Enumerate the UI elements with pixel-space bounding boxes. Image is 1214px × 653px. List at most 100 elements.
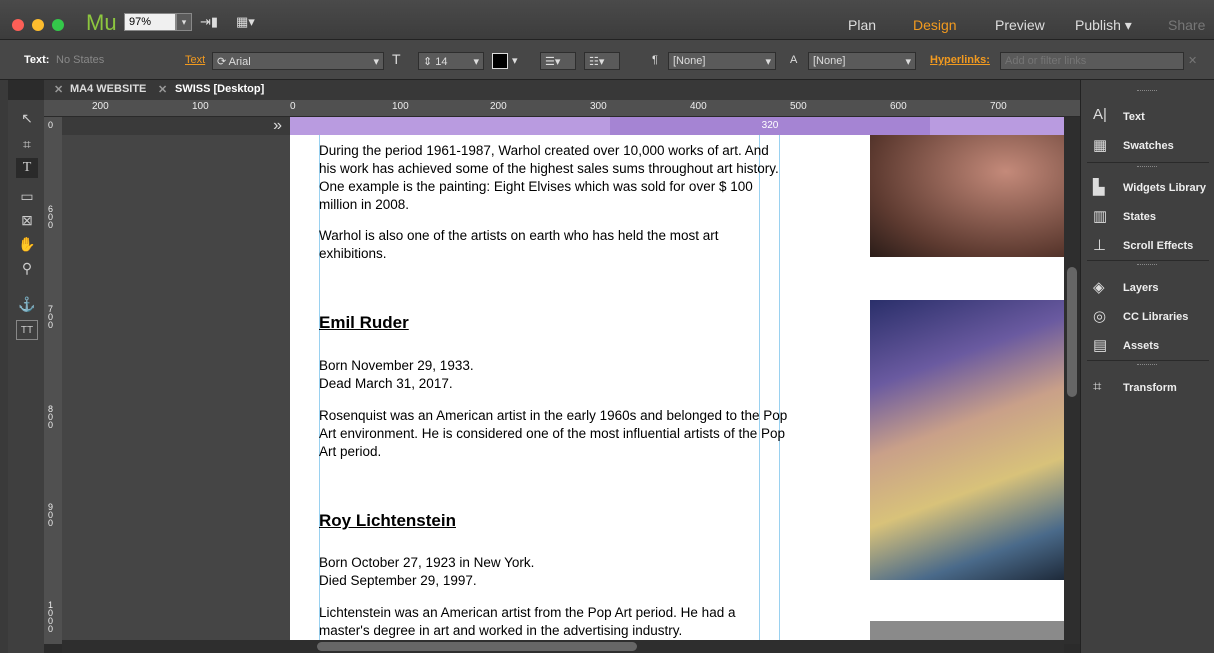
vertical-scrollbar[interactable]	[1064, 117, 1080, 644]
panel-grip[interactable]	[1137, 166, 1157, 169]
close-window-button[interactable]	[12, 19, 24, 31]
swatches-icon[interactable]: ▦	[1093, 136, 1107, 154]
numbered-list-button[interactable]: ☷▾	[584, 52, 620, 70]
font-size-select[interactable]: ⇕ 14 ▾	[418, 52, 484, 70]
selection-tool-icon[interactable]: ↖	[16, 108, 38, 128]
scroll-thumb[interactable]	[1067, 267, 1077, 397]
zoom-input[interactable]: 97%	[124, 13, 176, 31]
ruler-label: 1000	[48, 600, 54, 634]
horizontal-ruler: 200 100 0 100 200 300 400 500 600 700	[44, 100, 1080, 117]
character-style-select[interactable]: [None] ▾	[808, 52, 916, 70]
emil-ruder-heading[interactable]: Emil Ruder	[319, 313, 409, 333]
font-family-select[interactable]: ⟳ Arial ▾	[212, 52, 384, 70]
control-toolbar: Text: No States Text ⟳ Arial ▾ T ⇕ 14 ▾ …	[0, 40, 1214, 80]
panel-transform[interactable]: Transform	[1123, 382, 1177, 394]
maximize-window-button[interactable]	[52, 19, 64, 31]
ruler-label: 200	[92, 101, 109, 112]
collapse-strip[interactable]	[0, 80, 8, 653]
text-panel-icon[interactable]: A|	[1093, 106, 1107, 123]
ruler-label: 400	[690, 101, 707, 112]
panel-grip[interactable]	[1137, 264, 1157, 267]
paragraph-style-select[interactable]: [None] ▾	[668, 52, 776, 70]
warhol-exhibitions-paragraph[interactable]: Warhol is also one of the artists on ear…	[319, 227, 749, 263]
zoom-dropdown-icon[interactable]: ▾	[176, 13, 192, 31]
nav-design[interactable]: Design	[913, 17, 957, 33]
rectangle-tool-icon[interactable]: ▭	[16, 186, 38, 206]
panel-divider	[1087, 360, 1209, 361]
ruler-label: 300	[590, 101, 607, 112]
panel-cc-libraries[interactable]: CC Libraries	[1123, 311, 1188, 323]
panel-divider	[1087, 162, 1209, 163]
character-style-icon: A	[790, 54, 798, 66]
nav-share[interactable]: Share	[1168, 17, 1205, 33]
panel-grip[interactable]	[1137, 364, 1157, 367]
roy-lichtenstein-heading[interactable]: Roy Lichtenstein	[319, 511, 456, 531]
nav-plan[interactable]: Plan	[848, 17, 876, 33]
crop-tool-icon[interactable]: ⌗	[16, 134, 38, 154]
ruler-label: 100	[392, 101, 409, 112]
widgets-library-icon[interactable]: ▙	[1093, 178, 1105, 196]
chevron-down-icon: ▾	[905, 56, 911, 68]
new-page-icon[interactable]: ⇥▮	[200, 14, 218, 30]
panel-grip[interactable]	[1137, 90, 1157, 93]
ruder-photo[interactable]	[870, 300, 1064, 580]
warhol-paragraph[interactable]: During the period 1961-1987, Warhol crea…	[319, 142, 789, 214]
breakpoint-marker[interactable]: 320	[610, 117, 930, 135]
lichtenstein-died[interactable]: Died September 29, 1997.	[319, 572, 477, 590]
hand-tool-icon[interactable]: ✋	[16, 234, 38, 254]
text-tool-icon[interactable]: T	[16, 158, 38, 178]
ruler-label: 0	[48, 120, 54, 130]
lichtenstein-paragraph[interactable]: Lichtenstein was an American artist from…	[319, 604, 789, 640]
ruler-label: 700	[990, 101, 1007, 112]
panel-scroll-effects[interactable]: Scroll Effects	[1123, 240, 1193, 252]
warhol-photo[interactable]	[870, 135, 1064, 257]
font-icon: ⟳	[217, 56, 229, 68]
scroll-thumb[interactable]	[317, 642, 637, 651]
transform-icon[interactable]: ⌗	[1093, 378, 1101, 395]
emil-ruder-born[interactable]: Born November 29, 1933.	[319, 357, 474, 375]
panel-layers[interactable]: Layers	[1123, 282, 1158, 294]
tab-swiss-desktop[interactable]: SWISS [Desktop]	[175, 83, 264, 95]
breakpoint-bar[interactable]: 320	[290, 117, 1064, 135]
text-frame-tool-icon[interactable]: TT	[16, 320, 38, 340]
ruler-label: 600	[890, 101, 907, 112]
image-frame-tool-icon[interactable]: ⊠	[16, 210, 38, 230]
breakpoint-expand-button[interactable]: »	[62, 117, 290, 135]
anchor-tool-icon[interactable]: ⚓	[16, 294, 38, 314]
nav-preview[interactable]: Preview	[995, 17, 1045, 33]
cc-libraries-icon[interactable]: ◎	[1093, 307, 1106, 325]
hyperlinks-filter-input[interactable]	[1000, 52, 1184, 70]
panel-states[interactable]: States	[1123, 211, 1156, 223]
layout-view-icon[interactable]: ▦▾	[236, 14, 255, 30]
panel-swatches[interactable]: Swatches	[1123, 140, 1174, 152]
hyperlinks-link[interactable]: Hyperlinks:	[930, 54, 990, 66]
emil-ruder-paragraph[interactable]: Rosenquist was an American artist in the…	[319, 407, 789, 461]
tab-close-icon[interactable]: ✕	[158, 83, 167, 96]
layers-icon[interactable]: ◈	[1093, 278, 1105, 296]
bullet-list-button[interactable]: ☰▾	[540, 52, 576, 70]
horizontal-scrollbar[interactable]	[62, 640, 1064, 653]
minimize-window-button[interactable]	[32, 19, 44, 31]
text-color-swatch[interactable]	[492, 53, 508, 69]
panel-widgets-library[interactable]: Widgets Library	[1123, 182, 1206, 194]
panel-assets[interactable]: Assets	[1123, 340, 1159, 352]
zoom-tool-icon[interactable]: ⚲	[16, 258, 38, 278]
text-panel-link[interactable]: Text	[185, 54, 205, 66]
ruler-label: 100	[192, 101, 209, 112]
lichtenstein-born[interactable]: Born October 27, 1923 in New York.	[319, 554, 534, 572]
ruler-label: 900	[48, 502, 54, 528]
tab-ma4-website[interactable]: MA4 WEBSITE	[70, 83, 146, 95]
chevron-down-icon[interactable]: ▾	[512, 54, 518, 67]
close-icon[interactable]: ✕	[1188, 54, 1197, 67]
ruler-label: 700	[48, 304, 54, 330]
scroll-effects-icon[interactable]: ⊥	[1093, 236, 1106, 254]
tab-close-icon[interactable]: ✕	[54, 83, 63, 96]
assets-icon[interactable]: ▤	[1093, 336, 1107, 354]
nav-publish[interactable]: Publish ▾	[1075, 17, 1132, 34]
emil-ruder-died[interactable]: Dead March 31, 2017.	[319, 375, 453, 393]
character-style-value: [None]	[813, 55, 846, 67]
states-icon[interactable]: ▥	[1093, 207, 1107, 225]
panel-text[interactable]: Text	[1123, 111, 1145, 123]
font-size-icon: T	[392, 51, 401, 67]
ruler-label: 500	[790, 101, 807, 112]
